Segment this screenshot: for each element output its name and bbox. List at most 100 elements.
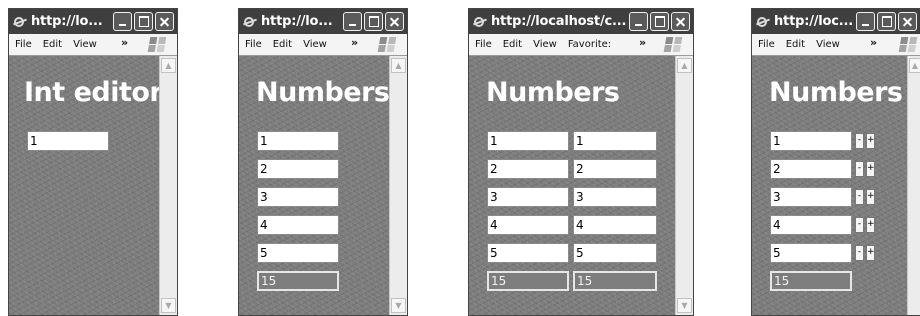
menu-file[interactable]: File <box>758 39 775 50</box>
menu-bar: File Edit View Favorite: » <box>469 34 693 56</box>
number-input-left[interactable]: 3 <box>487 187 569 207</box>
internet-explorer-icon <box>243 15 257 29</box>
menu-file[interactable]: File <box>475 39 492 50</box>
maximize-button[interactable] <box>877 12 896 31</box>
increment-button[interactable]: + <box>866 217 875 233</box>
page-content: Numbers 1 2 3 4 5 15 <box>239 56 389 315</box>
number-input-right[interactable]: 4 <box>573 215 657 235</box>
number-input[interactable]: 4 <box>257 215 339 235</box>
browser-window-numbers-two-columns: http://localhost/c... File Edit View Fav… <box>468 8 694 316</box>
decrement-button[interactable]: - <box>855 133 864 149</box>
scroll-up-button[interactable]: ▲ <box>909 58 920 73</box>
menu-bar: File Edit View » <box>239 34 407 56</box>
number-input[interactable]: 1 <box>257 131 339 151</box>
maximize-button[interactable] <box>134 12 153 31</box>
menu-edit[interactable]: Edit <box>786 39 805 50</box>
page-heading: Numbers <box>256 77 389 108</box>
menu-view[interactable]: View <box>816 39 840 50</box>
title-bar[interactable]: http://loc... <box>752 9 920 34</box>
number-input-right[interactable]: 1 <box>573 131 657 151</box>
scroll-down-button[interactable]: ▼ <box>161 298 176 313</box>
scroll-up-button[interactable]: ▲ <box>161 58 176 73</box>
number-input[interactable]: 3 <box>257 187 339 207</box>
scroll-down-button[interactable]: ▼ <box>391 298 406 313</box>
window-title: http://lo... <box>31 14 103 29</box>
menu-overflow-chevron-icon[interactable]: » <box>639 36 646 49</box>
windows-logo-icon <box>663 37 683 52</box>
vertical-scrollbar[interactable]: ▲ ▼ <box>675 56 693 315</box>
menu-view[interactable]: View <box>303 39 327 50</box>
close-button[interactable] <box>898 12 917 31</box>
page-heading: Int editor <box>24 77 159 108</box>
decrement-button[interactable]: - <box>855 245 864 261</box>
number-input[interactable]: 1 <box>770 131 852 151</box>
vertical-scrollbar[interactable]: ▲ ▼ <box>389 56 407 315</box>
minimize-button[interactable] <box>856 12 875 31</box>
decrement-button[interactable]: - <box>855 161 864 177</box>
browser-window-numbers: http://lo... File Edit View » Numbers 1 … <box>238 8 408 316</box>
browser-window-int-editor: http://lo... File Edit View » Int editor… <box>8 8 178 316</box>
title-bar[interactable]: http://localhost/c... <box>469 9 693 34</box>
number-input[interactable]: 2 <box>770 159 852 179</box>
number-input-left[interactable]: 1 <box>487 131 569 151</box>
menu-bar: File Edit View » <box>9 34 177 56</box>
windows-logo-icon <box>377 37 397 52</box>
sum-field-left: 15 <box>487 271 569 291</box>
number-input[interactable]: 2 <box>257 159 339 179</box>
number-input-left[interactable]: 4 <box>487 215 569 235</box>
menu-edit[interactable]: Edit <box>43 39 62 50</box>
title-bar[interactable]: http://lo... <box>239 9 407 34</box>
number-input-left[interactable]: 5 <box>487 243 569 263</box>
decrement-button[interactable]: - <box>855 189 864 205</box>
minimize-button[interactable] <box>343 12 362 31</box>
menu-bar: File Edit View » <box>752 34 920 56</box>
number-input[interactable]: 4 <box>770 215 852 235</box>
close-button[interactable] <box>385 12 404 31</box>
number-input[interactable]: 5 <box>770 243 852 263</box>
increment-button[interactable]: + <box>866 245 875 261</box>
browser-window-numbers-steppers: http://loc... File Edit View » Numbers 1… <box>751 8 920 316</box>
title-bar[interactable]: http://lo... <box>9 9 177 34</box>
increment-button[interactable]: + <box>866 161 875 177</box>
menu-overflow-chevron-icon[interactable]: » <box>121 36 128 49</box>
int-input[interactable]: 1 <box>27 131 109 151</box>
increment-button[interactable]: + <box>866 133 875 149</box>
page-content: Numbers 1 1 2 2 3 3 4 4 5 5 15 15 <box>469 56 675 315</box>
minimize-button[interactable] <box>113 12 132 31</box>
page-heading: Numbers <box>769 77 903 108</box>
window-title: http://localhost/c... <box>491 14 627 29</box>
page-heading: Numbers <box>486 77 620 108</box>
number-input-right[interactable]: 3 <box>573 187 657 207</box>
number-input-right[interactable]: 2 <box>573 159 657 179</box>
menu-favorites[interactable]: Favorite: <box>568 39 611 50</box>
number-input-left[interactable]: 2 <box>487 159 569 179</box>
windows-logo-icon <box>147 37 167 52</box>
menu-edit[interactable]: Edit <box>503 39 522 50</box>
internet-explorer-icon <box>13 15 27 29</box>
sum-field: 15 <box>257 271 339 291</box>
minimize-button[interactable] <box>629 12 648 31</box>
menu-file[interactable]: File <box>245 39 262 50</box>
scroll-down-button[interactable]: ▼ <box>677 298 692 313</box>
number-input-right[interactable]: 5 <box>573 243 657 263</box>
increment-button[interactable]: + <box>866 189 875 205</box>
menu-edit[interactable]: Edit <box>273 39 292 50</box>
window-title: http://loc... <box>774 14 853 29</box>
maximize-button[interactable] <box>364 12 383 31</box>
maximize-button[interactable] <box>650 12 669 31</box>
close-button[interactable] <box>671 12 690 31</box>
menu-view[interactable]: View <box>73 39 97 50</box>
vertical-scrollbar[interactable]: ▲ <box>907 56 920 315</box>
vertical-scrollbar[interactable]: ▲ ▼ <box>159 56 177 315</box>
scroll-up-button[interactable]: ▲ <box>391 58 406 73</box>
page-content: Int editor 1 <box>9 56 159 315</box>
close-button[interactable] <box>155 12 174 31</box>
decrement-button[interactable]: - <box>855 217 864 233</box>
menu-view[interactable]: View <box>533 39 557 50</box>
scroll-up-button[interactable]: ▲ <box>677 58 692 73</box>
number-input[interactable]: 3 <box>770 187 852 207</box>
menu-overflow-chevron-icon[interactable]: » <box>351 36 358 49</box>
menu-overflow-chevron-icon[interactable]: » <box>870 36 877 49</box>
menu-file[interactable]: File <box>15 39 32 50</box>
number-input[interactable]: 5 <box>257 243 339 263</box>
